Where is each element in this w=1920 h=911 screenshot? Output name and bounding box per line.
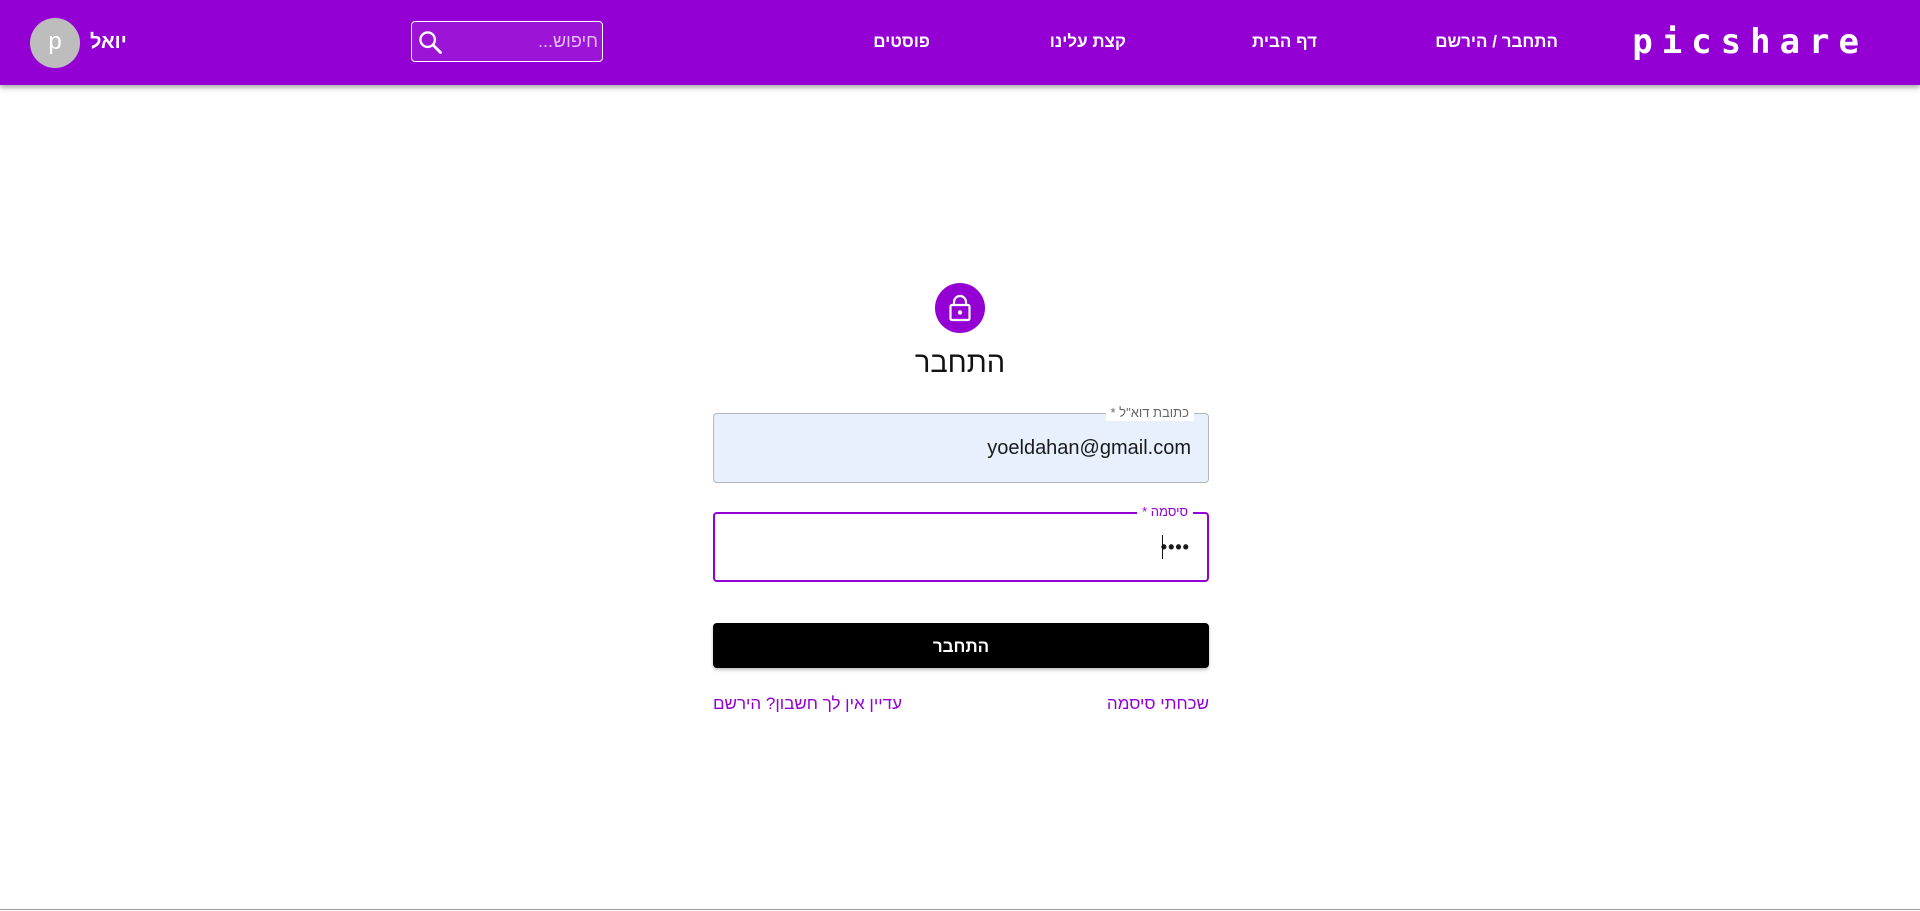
password-field-value: •••• bbox=[1160, 537, 1190, 557]
password-field[interactable]: סיסמה * •••• bbox=[713, 504, 1209, 582]
email-field-value: yoeldahan@gmail.com bbox=[987, 437, 1191, 459]
forgot-password-link[interactable]: שכחתי סיסמה bbox=[1107, 693, 1209, 715]
lock-avatar bbox=[935, 283, 985, 333]
login-submit-button[interactable]: התחבר bbox=[713, 623, 1209, 668]
app-bar: picshare התחבר / הירשם דף הבית קצת עלינו… bbox=[0, 0, 1920, 85]
nav-posts[interactable]: פוסטים bbox=[873, 31, 930, 53]
email-field-label: כתובת דוא"ל * bbox=[1105, 405, 1194, 421]
search-box bbox=[411, 21, 603, 62]
bottom-divider bbox=[0, 909, 1920, 910]
lock-icon bbox=[949, 294, 971, 322]
brand-logo[interactable]: picshare bbox=[1632, 18, 1868, 66]
email-field[interactable]: כתובת דוא"ל * yoeldahan@gmail.com bbox=[713, 405, 1209, 483]
nav-login-register[interactable]: התחבר / הירשם bbox=[1435, 31, 1558, 53]
user-name: יואל bbox=[90, 31, 127, 53]
nav-home[interactable]: דף הבית bbox=[1252, 31, 1317, 53]
register-link[interactable]: עדיין אין לך חשבון? הירשם bbox=[713, 693, 902, 715]
search-input[interactable] bbox=[448, 22, 600, 61]
password-field-label: סיסמה * bbox=[1137, 504, 1193, 520]
avatar[interactable]: p bbox=[30, 18, 80, 68]
text-caret bbox=[1162, 535, 1163, 559]
search-icon[interactable] bbox=[416, 28, 444, 56]
nav-about[interactable]: קצת עלינו bbox=[1050, 31, 1126, 53]
page-title: התחבר bbox=[914, 347, 1006, 379]
